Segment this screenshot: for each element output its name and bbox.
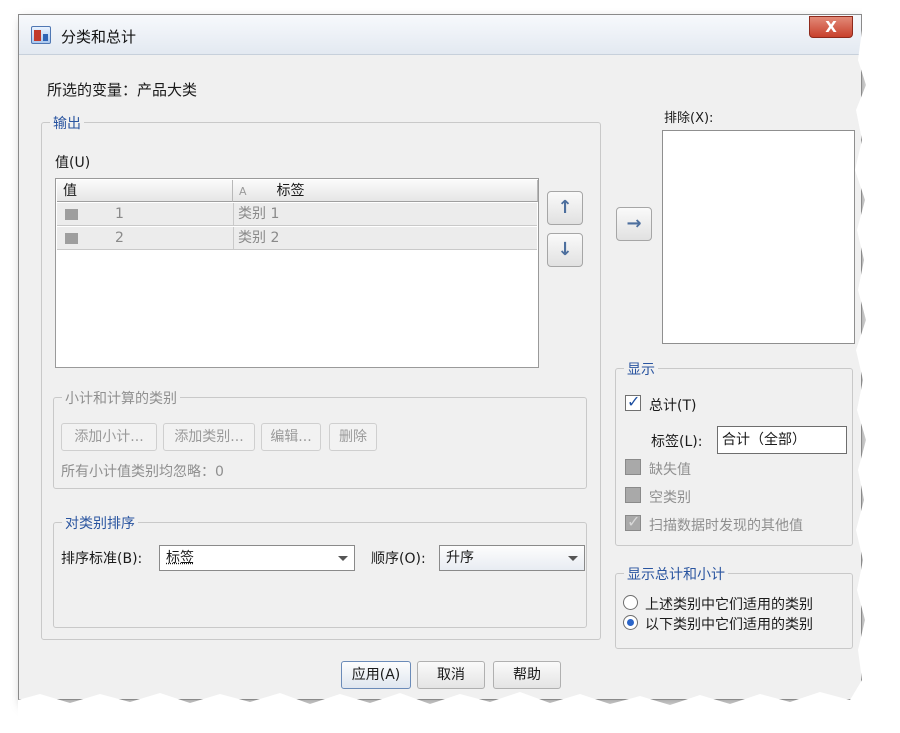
add-category-button[interactable]: 添加类别... bbox=[163, 423, 255, 451]
sort-by-select[interactable]: 标签 bbox=[159, 545, 355, 571]
delete-button[interactable]: 删除 bbox=[329, 423, 377, 451]
empty-category-label: 空类别 bbox=[649, 490, 691, 506]
total-label-input[interactable]: 合计（全部） bbox=[717, 426, 847, 454]
cancel-button[interactable]: 取消 bbox=[417, 661, 485, 689]
selected-variable-label: 所选的变量： bbox=[47, 81, 138, 99]
order-label: 顺序(O): bbox=[371, 551, 426, 567]
values-table[interactable]: 值 A 标签 1 类别 1 2 类别 2 bbox=[55, 178, 539, 368]
above-option-label: 上述类别中它们适用的类别 bbox=[645, 597, 813, 613]
above-radio[interactable] bbox=[623, 595, 638, 610]
display-legend: 显示 bbox=[624, 359, 658, 379]
label-column-header-text: 标签 bbox=[276, 183, 305, 199]
below-radio[interactable] bbox=[623, 615, 638, 630]
add-subtotal-button[interactable]: 添加小计... bbox=[61, 423, 157, 451]
arrow-down-icon: ↓ bbox=[557, 239, 573, 260]
chevron-down-icon bbox=[338, 556, 348, 561]
order-select[interactable]: 升序 bbox=[439, 545, 585, 571]
move-up-button[interactable]: ↑ bbox=[547, 191, 583, 225]
row-value: 2 bbox=[115, 230, 124, 246]
selected-variable-value: 产品大类 bbox=[137, 81, 198, 99]
row-label: 类别 1 bbox=[233, 203, 279, 225]
row-label: 类别 2 bbox=[233, 227, 279, 249]
exclude-list[interactable] bbox=[662, 130, 855, 344]
arrow-up-icon: ↑ bbox=[557, 197, 573, 218]
close-button[interactable]: X bbox=[809, 16, 853, 38]
total-checkbox[interactable] bbox=[625, 392, 641, 411]
total-label: 总计(T) bbox=[649, 398, 697, 414]
window-title: 分类和总计 bbox=[61, 28, 137, 46]
help-button[interactable]: 帮助 bbox=[493, 661, 561, 689]
value-column-header[interactable]: 值 bbox=[57, 180, 233, 202]
exclude-label: 排除(X): bbox=[664, 111, 714, 126]
move-to-exclude-button[interactable]: → bbox=[616, 207, 652, 241]
other-values-label: 扫描数据时发现的其他值 bbox=[649, 518, 803, 534]
sort-by-value: 标签 bbox=[166, 550, 194, 566]
apply-button[interactable]: 应用(A) bbox=[341, 661, 411, 689]
empty-category-checkbox[interactable] bbox=[625, 487, 641, 503]
display-totals-legend: 显示总计和小计 bbox=[624, 564, 728, 584]
subtotals-legend: 小计和计算的类别 bbox=[62, 388, 180, 408]
output-legend: 输出 bbox=[50, 113, 84, 133]
table-row[interactable]: 2 类别 2 bbox=[57, 227, 537, 250]
category-swatch-icon bbox=[65, 209, 78, 220]
selected-variable-caption: 所选的变量：产品大类 bbox=[47, 79, 197, 100]
label-column-header[interactable]: A 标签 bbox=[233, 180, 538, 202]
missing-label: 缺失值 bbox=[649, 462, 691, 478]
sort-legend: 对类别排序 bbox=[62, 513, 138, 533]
sort-by-label: 排序标准(B): bbox=[61, 551, 143, 567]
spss-app-icon bbox=[31, 26, 51, 44]
chevron-down-icon bbox=[568, 556, 578, 561]
row-value: 1 bbox=[115, 206, 124, 222]
below-option-label: 以下类别中它们适用的类别 bbox=[645, 617, 813, 633]
missing-checkbox[interactable] bbox=[625, 459, 641, 475]
sort-group: 对类别排序 bbox=[53, 513, 587, 628]
other-values-checkbox[interactable] bbox=[625, 512, 641, 531]
move-down-button[interactable]: ↓ bbox=[547, 233, 583, 267]
title-bar: 分类和总计 X bbox=[19, 15, 861, 55]
values-label: 值(U) bbox=[55, 155, 91, 171]
text-type-icon: A bbox=[239, 185, 247, 198]
edit-button[interactable]: 编辑... bbox=[261, 423, 321, 451]
dialog-window: 分类和总计 X 所选的变量：产品大类 输出 值(U) 值 A 标签 1 类别 1 … bbox=[18, 14, 862, 700]
table-row[interactable]: 1 类别 1 bbox=[57, 203, 537, 226]
order-value: 升序 bbox=[446, 550, 474, 566]
subtotals-status: 所有小计值类别均忽略：0 bbox=[61, 464, 224, 480]
category-swatch-icon bbox=[65, 233, 78, 244]
arrow-right-icon: → bbox=[626, 213, 642, 234]
label-field-label: 标签(L): bbox=[651, 434, 703, 450]
